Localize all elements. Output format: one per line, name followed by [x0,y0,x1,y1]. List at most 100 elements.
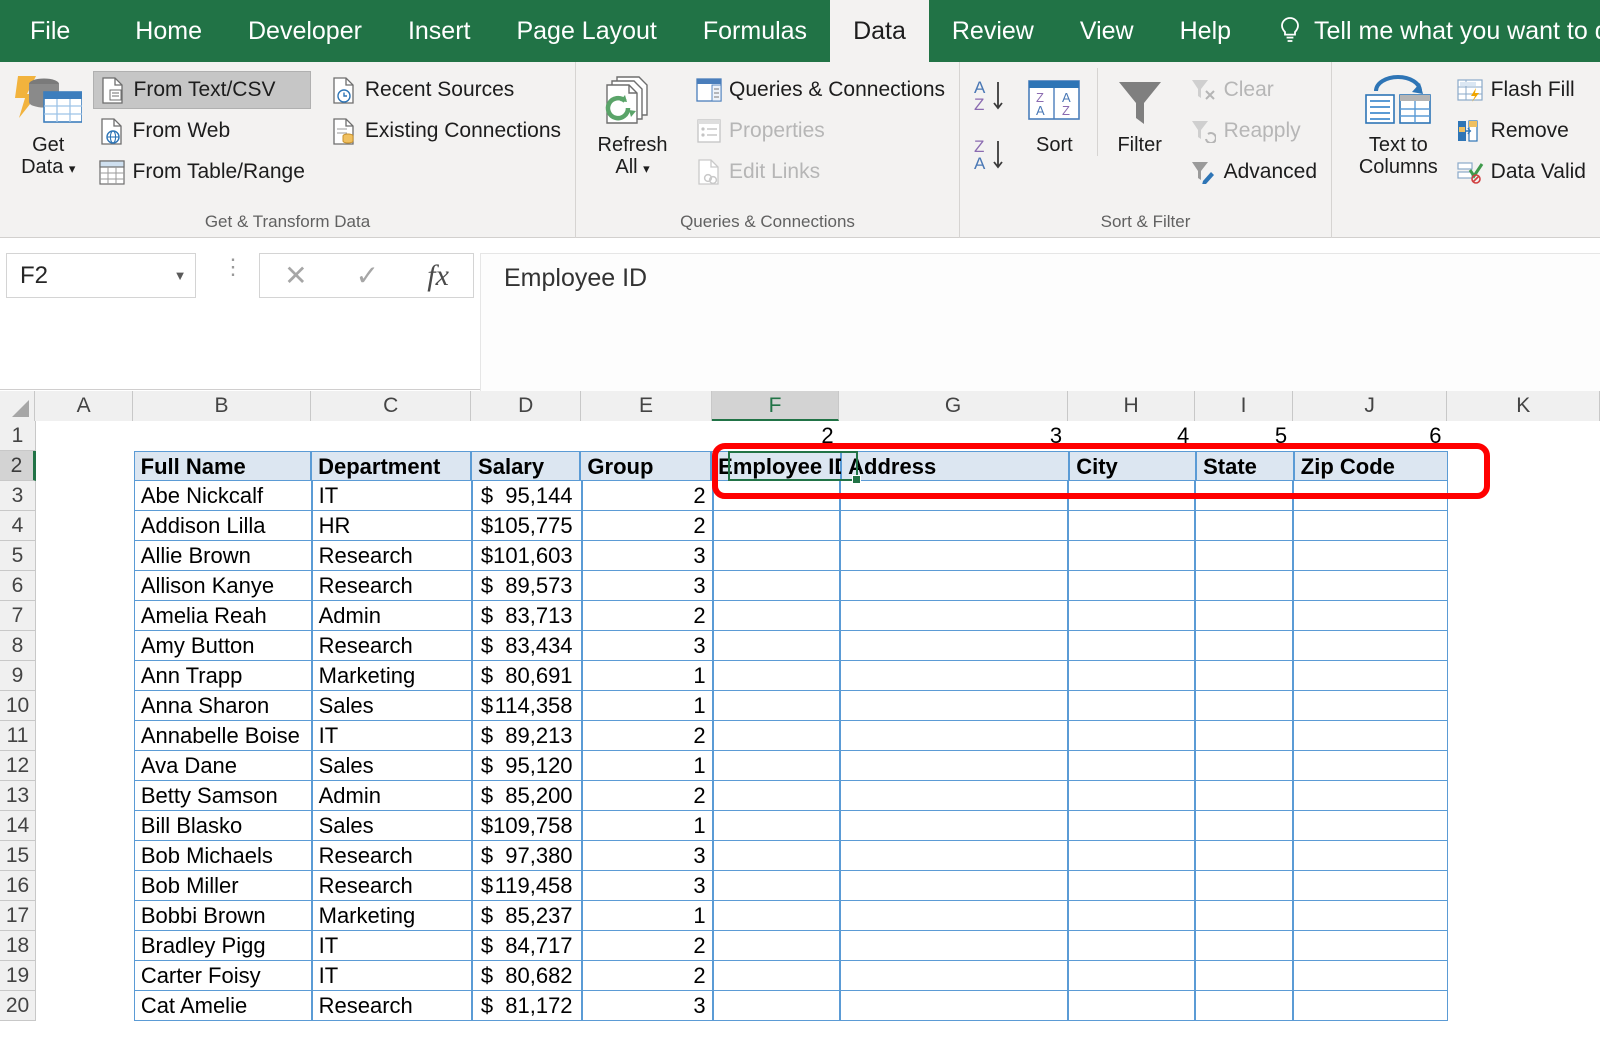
cell-c15[interactable]: Research [312,841,472,871]
cell-k6[interactable] [1448,571,1600,601]
cell-h15[interactable] [1068,841,1195,871]
cell-i13[interactable] [1195,781,1293,811]
cell-f18[interactable] [713,931,840,961]
tab-file[interactable]: File [0,0,112,62]
cell-e5[interactable]: 3 [582,541,713,571]
cell-i4[interactable] [1195,511,1293,541]
cell-a3[interactable] [36,481,134,511]
cell-a9[interactable] [36,661,134,691]
cell-k20[interactable] [1448,991,1600,1021]
cell-k15[interactable] [1448,841,1600,871]
cell-b17[interactable]: Bobbi Brown [134,901,312,931]
cell-g16[interactable] [840,871,1069,901]
cell-d13[interactable]: $85,200 [472,781,582,811]
formula-bar-grip[interactable]: ⋮ [222,263,244,271]
cell-f15[interactable] [713,841,840,871]
column-header-f[interactable]: F [712,391,839,421]
cell-b5[interactable]: Allie Brown [134,541,312,571]
cell-h9[interactable] [1068,661,1195,691]
cell-d4[interactable]: $105,775 [472,511,582,541]
cell-i20[interactable] [1195,991,1293,1021]
cell-d18[interactable]: $84,717 [472,931,582,961]
cell-a15[interactable] [36,841,134,871]
cell-k2[interactable] [1448,451,1600,481]
cell-k7[interactable] [1448,601,1600,631]
tab-page-layout[interactable]: Page Layout [493,0,679,62]
cell-c5[interactable]: Research [312,541,472,571]
cell-a18[interactable] [36,931,134,961]
cell-h18[interactable] [1068,931,1195,961]
row-header-15[interactable]: 15 [0,841,36,871]
cell-e11[interactable]: 2 [582,721,713,751]
cell-j3[interactable] [1293,481,1447,511]
cell-e7[interactable]: 2 [582,601,713,631]
cell-e12[interactable]: 1 [582,751,713,781]
cell-k16[interactable] [1448,871,1600,901]
cell-k14[interactable] [1448,811,1600,841]
cell-e2[interactable]: Group [580,451,711,481]
cell-b12[interactable]: Ava Dane [134,751,312,781]
from-web-button[interactable]: From Web [93,112,311,150]
cell-j4[interactable] [1293,511,1447,541]
cell-i2[interactable]: State [1196,451,1294,481]
cell-j7[interactable] [1293,601,1447,631]
cell-c8[interactable]: Research [312,631,472,661]
cell-f17[interactable] [713,901,840,931]
cell-b14[interactable]: Bill Blasko [134,811,312,841]
cell-b8[interactable]: Amy Button [134,631,312,661]
cell-h4[interactable] [1068,511,1195,541]
insert-function-icon[interactable]: fx [427,259,449,293]
cell-a2[interactable] [36,451,134,481]
cell-b4[interactable]: Addison Lilla [134,511,312,541]
close-icon[interactable]: ✕ [284,259,307,292]
cell-e13[interactable]: 2 [582,781,713,811]
row-header-9[interactable]: 9 [0,661,36,691]
row-header-10[interactable]: 10 [0,691,36,721]
cell-f1[interactable]: 2 [713,421,840,451]
cell-k8[interactable] [1448,631,1600,661]
cell-h20[interactable] [1068,991,1195,1021]
sort-ascending-icon[interactable]: AZ [972,76,1012,121]
cell-h7[interactable] [1068,601,1195,631]
cell-d1[interactable] [472,421,582,451]
cell-k3[interactable] [1448,481,1600,511]
cell-k10[interactable] [1448,691,1600,721]
cell-i6[interactable] [1195,571,1293,601]
tab-review[interactable]: Review [929,0,1057,62]
cell-h2[interactable]: City [1069,451,1196,481]
cell-d9[interactable]: $80,691 [472,661,582,691]
cell-h12[interactable] [1068,751,1195,781]
cell-c3[interactable]: IT [312,481,472,511]
cell-h11[interactable] [1068,721,1195,751]
cell-f11[interactable] [713,721,840,751]
cell-j18[interactable] [1293,931,1447,961]
column-header-j[interactable]: J [1293,391,1448,421]
tab-view[interactable]: View [1057,0,1157,62]
column-header-i[interactable]: I [1195,391,1293,421]
cell-j19[interactable] [1293,961,1447,991]
row-header-14[interactable]: 14 [0,811,36,841]
cell-b15[interactable]: Bob Michaels [134,841,312,871]
cell-j14[interactable] [1293,811,1447,841]
cell-b13[interactable]: Betty Samson [134,781,312,811]
cell-j2[interactable]: Zip Code [1294,451,1448,481]
cell-b20[interactable]: Cat Amelie [134,991,312,1021]
select-all-corner[interactable] [0,391,35,421]
refresh-all-button[interactable]: Refresh All ▾ [584,68,681,179]
cell-g12[interactable] [840,751,1069,781]
row-header-19[interactable]: 19 [0,961,36,991]
cell-a13[interactable] [36,781,134,811]
column-header-g[interactable]: G [839,391,1068,421]
column-header-k[interactable]: K [1447,391,1600,421]
cell-b9[interactable]: Ann Trapp [134,661,312,691]
cell-a4[interactable] [36,511,134,541]
cell-a12[interactable] [36,751,134,781]
cell-f5[interactable] [713,541,840,571]
flash-fill-button[interactable]: Flash Fill [1451,71,1592,109]
cell-d5[interactable]: $101,603 [472,541,582,571]
chevron-down-icon[interactable]: ▼ [165,268,195,283]
cell-g20[interactable] [840,991,1069,1021]
cell-f3[interactable] [713,481,840,511]
cell-e1[interactable] [581,421,712,451]
cell-c16[interactable]: Research [312,871,472,901]
